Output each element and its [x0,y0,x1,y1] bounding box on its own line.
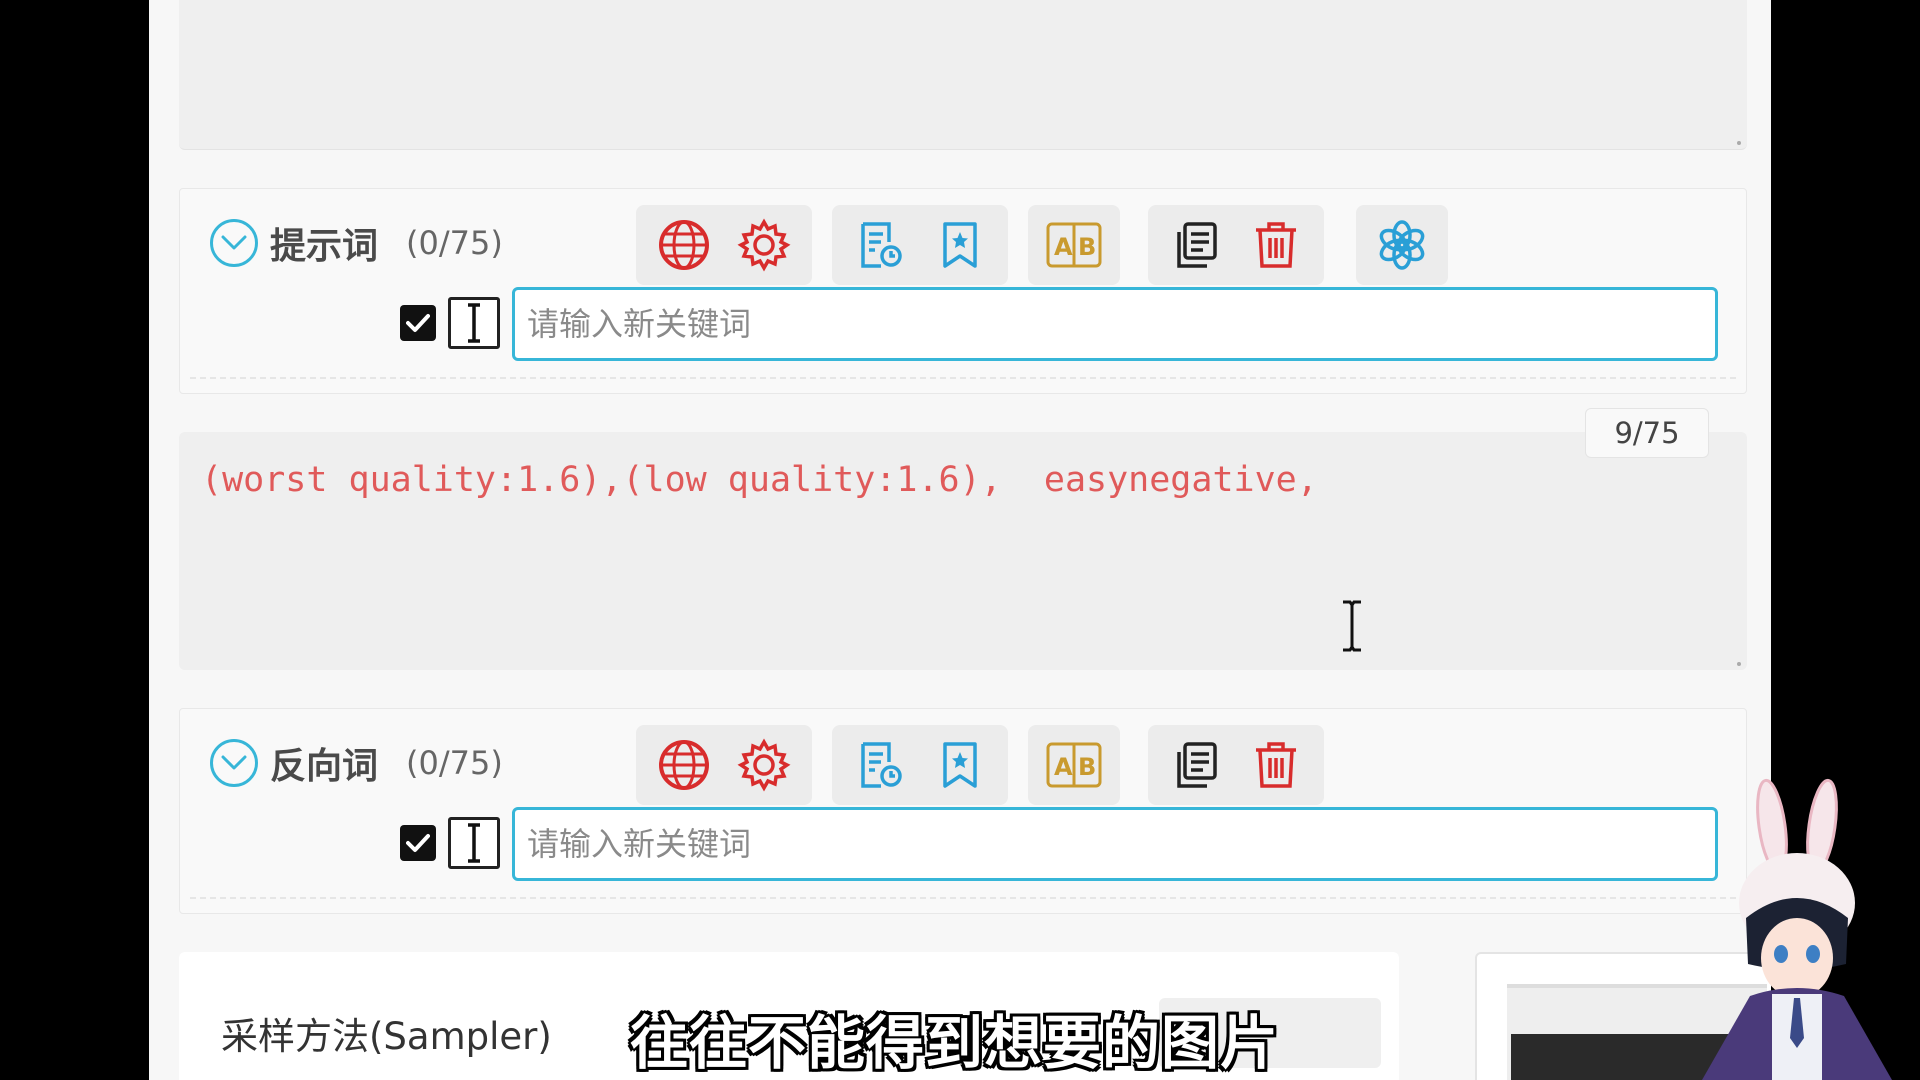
history-doc-icon[interactable] [848,213,912,277]
negative-prompt-textarea[interactable]: (worst quality:1.6),(low quality:1.6), e… [179,432,1747,670]
translate-ab-icon[interactable]: AB [1042,213,1106,277]
token-count: (0/75) [406,224,503,262]
positive-prompt-textarea[interactable] [179,0,1747,150]
btn-group-ai [1356,205,1448,285]
positive-prompt-section: 提示词 (0/75) AB [179,188,1747,394]
section-header[interactable]: 提示词 (0/75) [210,217,503,269]
keyword-input[interactable] [512,287,1718,361]
svg-text:B: B [1078,753,1096,781]
section-divider [190,897,1736,899]
btn-group-translate: AB [1028,725,1120,805]
gear-icon[interactable] [732,213,796,277]
btn-group-edit [1148,725,1324,805]
copy-icon[interactable] [1164,733,1228,797]
bookmark-star-icon[interactable] [928,213,992,277]
svg-text:B: B [1078,233,1096,261]
translate-ab-icon[interactable]: AB [1042,733,1106,797]
video-subtitle: 往往不能得到想要的图片 [630,1009,1280,1077]
trash-icon[interactable] [1244,733,1308,797]
btn-group-translate: AB [1028,205,1120,285]
keyword-input[interactable] [512,807,1718,881]
openai-icon[interactable] [1370,213,1434,277]
text-cursor-icon[interactable] [448,817,500,869]
section-header[interactable]: 反向词 (0/75) [210,737,503,789]
resize-grip[interactable] [1737,662,1741,666]
section-title: 反向词 [270,746,379,787]
trash-icon[interactable] [1244,213,1308,277]
token-counter: 9/75 [1585,408,1709,458]
btn-group-history [832,205,1008,285]
chevron-down-icon[interactable] [210,739,258,787]
vtuber-avatar [1702,778,1892,1080]
enable-checkbox[interactable] [400,825,436,861]
gear-icon[interactable] [732,733,796,797]
token-count: (0/75) [406,744,503,782]
resize-grip[interactable] [1737,141,1741,145]
section-divider [190,377,1736,379]
copy-icon[interactable] [1164,213,1228,277]
btn-group-history [832,725,1008,805]
text-cursor-icon[interactable] [448,297,500,349]
svg-text:A: A [1054,233,1073,261]
enable-checkbox[interactable] [400,305,436,341]
negative-prompt-text[interactable]: (worst quality:1.6),(low quality:1.6), e… [201,460,1318,500]
btn-group-edit [1148,205,1324,285]
globe-icon[interactable] [652,733,716,797]
bookmark-star-icon[interactable] [928,733,992,797]
sampler-label: 采样方法(Sampler) [221,1015,552,1058]
mouse-ibeam-cursor-icon [1343,600,1361,652]
svg-text:A: A [1054,753,1073,781]
btn-group-web [636,725,812,805]
app-page: 提示词 (0/75) AB 请输入新关键词 (worst quality:1.6… [149,0,1771,1080]
negative-prompt-section: 反向词 (0/75) AB [179,708,1747,914]
globe-icon[interactable] [652,213,716,277]
chevron-down-icon[interactable] [210,219,258,267]
section-title: 提示词 [270,226,379,267]
history-doc-icon[interactable] [848,733,912,797]
btn-group-web [636,205,812,285]
